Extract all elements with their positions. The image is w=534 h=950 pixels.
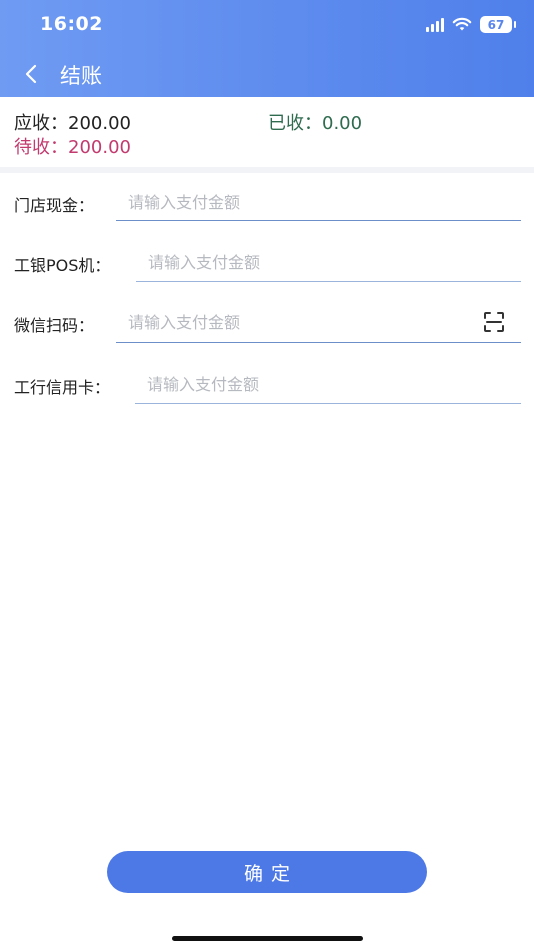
payment-label-credit: 工行信用卡：: [14, 378, 111, 397]
home-indicator: [172, 936, 363, 941]
confirm-button[interactable]: 确定: [107, 851, 427, 893]
payment-row-wechat: 微信扫码：: [0, 298, 534, 348]
payment-label-wechat: 微信扫码：: [14, 316, 95, 335]
pending-amount: 待收：200.00: [14, 133, 131, 159]
section-divider: [0, 167, 534, 173]
receivable-value: 200.00: [68, 113, 131, 134]
receivable-amount: 应收：200.00: [14, 109, 131, 135]
input-underline: [136, 281, 521, 282]
received-value: 0.00: [322, 113, 363, 134]
payment-label-pos: 工银POS机：: [14, 256, 111, 275]
payment-row-cash: 门店现金：: [0, 178, 534, 228]
input-underline: [116, 342, 521, 343]
back-arrow-icon[interactable]: [20, 62, 44, 86]
status-icons: 67: [426, 16, 516, 33]
app-header: 16:02 67 结账: [0, 0, 534, 97]
cash-amount-input[interactable]: [116, 185, 521, 219]
input-underline: [135, 403, 521, 404]
page-title: 结账: [60, 64, 102, 88]
wifi-icon: [452, 17, 472, 31]
wechat-amount-input[interactable]: [116, 305, 476, 339]
payment-summary: 应收：200.00 已收：0.00 待收：200.00: [0, 97, 534, 167]
pending-label: 待收：: [14, 137, 68, 158]
status-time: 16:02: [40, 13, 103, 35]
input-underline: [116, 220, 521, 221]
payment-label-cash: 门店现金：: [14, 196, 95, 215]
received-amount: 已收：0.00: [268, 109, 362, 135]
pending-value: 200.00: [68, 137, 131, 158]
payment-row-credit: 工行信用卡：: [0, 360, 534, 410]
cellular-signal-icon: [426, 17, 444, 32]
payment-row-pos: 工银POS机：: [0, 238, 534, 288]
pos-amount-input[interactable]: [136, 245, 521, 279]
scan-icon[interactable]: [483, 311, 505, 333]
receivable-label: 应收：: [14, 113, 68, 134]
credit-card-amount-input[interactable]: [135, 367, 521, 401]
received-label: 已收：: [268, 113, 322, 134]
battery-icon: 67: [480, 16, 516, 33]
